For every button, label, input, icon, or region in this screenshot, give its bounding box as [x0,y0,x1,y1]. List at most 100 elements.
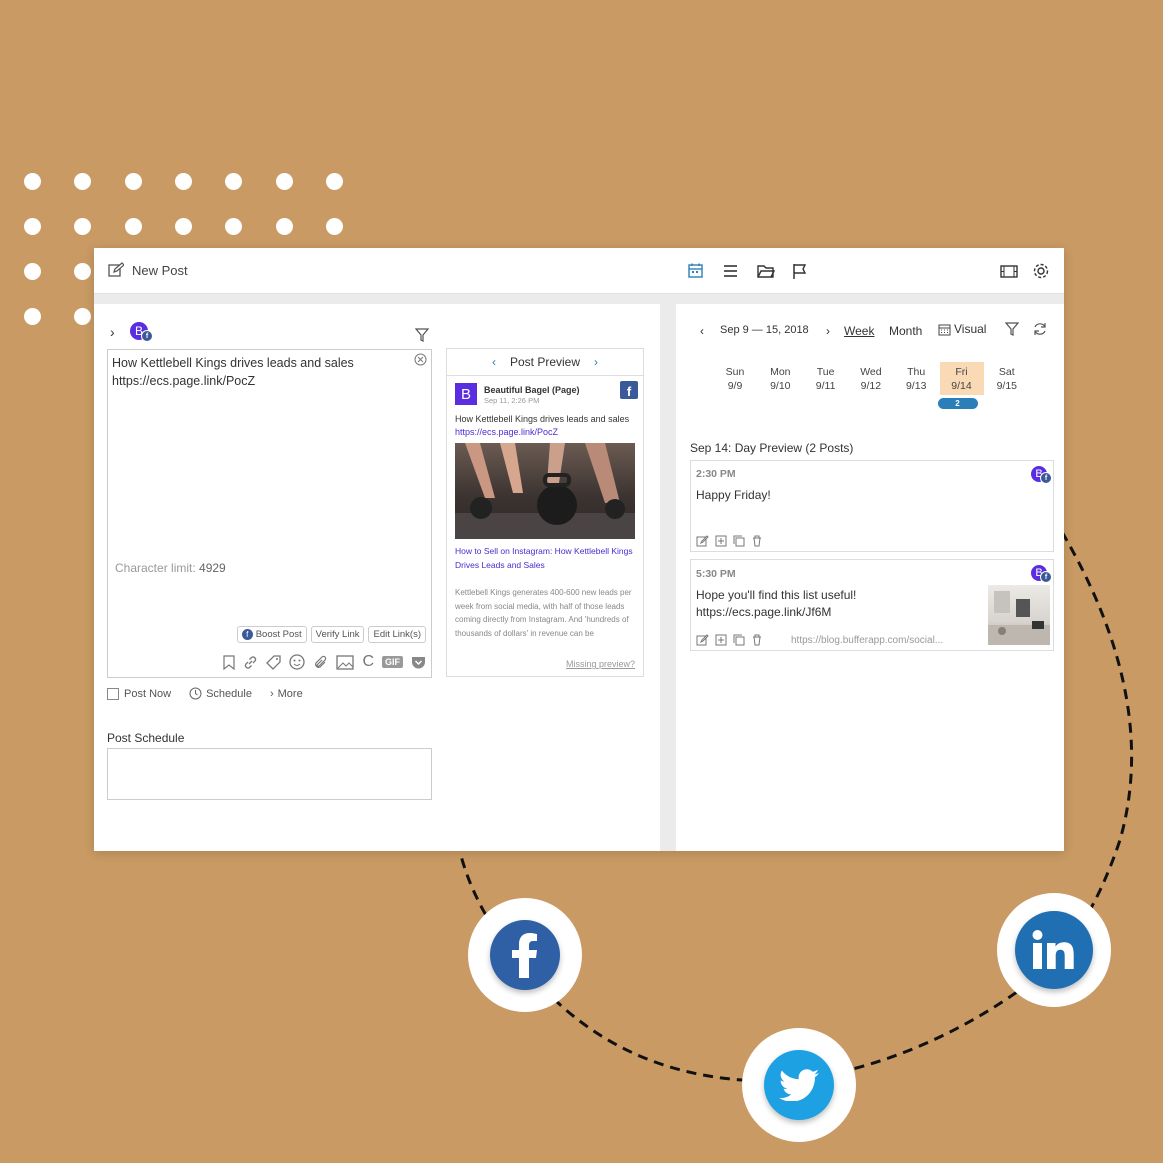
post-date: Sep 11, 2:26 PM [484,396,540,405]
preview-title: Post Preview [509,355,581,369]
preview-headline[interactable]: How to Sell on Instagram: How Kettlebell… [455,545,635,572]
day-name: Fri [955,366,968,378]
preview-next-icon[interactable]: › [594,355,598,369]
facebook-icon [490,920,560,990]
month-view-tab[interactable]: Month [889,324,922,338]
scheduled-post-card[interactable]: 2:30 PM Bf Happy Friday! [690,460,1054,552]
flag-icon[interactable] [791,262,809,280]
add-icon[interactable] [715,634,727,646]
post-preview-card: ‹ Post Preview › B Beautiful Bagel (Page… [446,348,644,677]
copy-icon[interactable] [733,634,745,646]
preview-text: How Kettlebell Kings drives leads and sa… [455,414,630,437]
post-text: Happy Friday! [696,488,771,502]
visual-view-tab[interactable]: Visual [938,322,986,336]
twitter-icon [764,1050,834,1120]
new-post-button[interactable]: New Post [108,262,188,278]
day-column-wed[interactable]: Wed 9/12 [849,362,893,395]
day-column-sat[interactable]: Sat 9/15 [985,362,1029,395]
chevron-right-icon: › [269,687,274,700]
post-now-checkbox[interactable]: Post Now [107,687,171,700]
post-text-editor[interactable]: How Kettlebell Kings drives leads and sa… [107,349,432,678]
app-window: New Post › Bf How Kettlebell Kings drive… [94,248,1064,851]
pocket-icon[interactable] [411,655,426,670]
checkbox-box [107,687,119,700]
verify-link-button[interactable]: Verify Link [310,626,365,643]
edit-links-button[interactable]: Edit Link(s) [368,626,426,643]
calendar-grid-icon [938,324,951,335]
gear-icon[interactable] [1032,262,1050,280]
calendar-panel: ‹ Sep 9 — 15, 2018 › Week Month Visual S… [676,304,1064,851]
bookmark-icon[interactable] [223,654,236,670]
top-toolbar: New Post [94,248,1064,294]
missing-preview-link[interactable]: Missing preview? [566,659,635,669]
list-icon[interactable] [722,262,740,280]
trash-icon[interactable] [751,634,763,646]
copy-icon[interactable] [733,535,745,547]
post-schedule-label: Post Schedule [107,731,185,745]
character-limit: Character limit: 4929 [115,561,226,575]
image-icon[interactable] [336,654,355,670]
day-column-mon[interactable]: Mon 9/10 [758,362,802,395]
day-date: 9/9 [727,380,743,392]
add-icon[interactable] [715,535,727,547]
facebook-icon: f [620,381,638,399]
week-view-tab[interactable]: Week [844,324,874,338]
clear-icon[interactable] [414,353,427,366]
post-count-badge[interactable]: 2 [937,398,978,409]
day-name: Sun [725,366,745,378]
preview-description: Kettlebell Kings generates 400-600 new l… [455,588,632,638]
folder-icon[interactable] [757,262,775,280]
edit-icon[interactable] [696,634,709,646]
post-text: How Kettlebell Kings drives leads and sa… [112,356,354,388]
day-name: Wed [860,366,882,378]
day-date: 9/14 [951,380,972,392]
boost-post-button[interactable]: f Boost Post [236,626,307,643]
trash-icon[interactable] [751,535,763,547]
day-date: 9/11 [815,380,836,392]
day-date: 9/10 [770,380,791,392]
composer-panel: › Bf How Kettlebell Kings drives leads a… [94,304,660,851]
edit-icon[interactable] [696,535,709,547]
post-link[interactable]: https://blog.bufferapp.com/social... [791,635,943,646]
scheduled-post-card[interactable]: 5:30 PM Bf Hope you'll find this list us… [690,559,1054,651]
prev-week-icon[interactable]: ‹ [700,324,704,338]
post-time: 5:30 PM [696,568,736,580]
account-avatar: Bf [1031,565,1052,583]
facebook-badge[interactable] [468,898,582,1012]
post-schedule-field[interactable] [107,748,432,800]
post-time: 2:30 PM [696,468,736,480]
day-column-fri[interactable]: Fri 9/14 [939,362,984,395]
day-column-tue[interactable]: Tue 9/11 [804,362,848,395]
expand-chevron-icon[interactable]: › [110,324,115,340]
day-column-thu[interactable]: Thu 9/13 [894,362,938,395]
day-name: Sat [998,366,1015,378]
post-text: Hope you'll find this list useful! https… [696,588,857,619]
attachment-icon[interactable] [313,655,328,670]
emoji-icon[interactable] [289,654,306,670]
gif-button[interactable]: GIF [382,656,403,668]
linkedin-icon [1015,911,1093,989]
link-icon[interactable] [243,655,258,670]
next-week-icon[interactable]: › [826,324,830,338]
linkedin-badge[interactable] [997,893,1111,1007]
filter-icon[interactable] [415,328,429,342]
account-avatar[interactable]: Bf [130,322,153,342]
week-days: Sun 9/9 Mon 9/10 Tue 9/11 Wed 9/12 Thu 9/13 Fri 9/1… [713,362,1033,412]
film-icon[interactable] [1000,262,1018,280]
more-option[interactable]: › More [270,688,303,700]
schedule-option[interactable]: Schedule [189,687,252,700]
refresh-icon[interactable] [1033,322,1047,336]
day-date: 9/12 [860,380,882,392]
preview-prev-icon[interactable]: ‹ [492,355,496,369]
day-date: 9/13 [905,380,927,392]
page-avatar: B [455,383,477,405]
filter-icon[interactable] [1005,322,1019,336]
day-date: 9/15 [996,380,1018,392]
calendar-icon[interactable] [687,262,705,280]
account-avatar: Bf [1031,466,1052,484]
tag-icon[interactable] [266,654,282,670]
canva-icon[interactable]: C [362,653,374,671]
twitter-badge[interactable] [742,1028,856,1142]
preview-header: ‹ Post Preview › [447,349,643,376]
day-column-sun[interactable]: Sun 9/9 [713,362,757,395]
